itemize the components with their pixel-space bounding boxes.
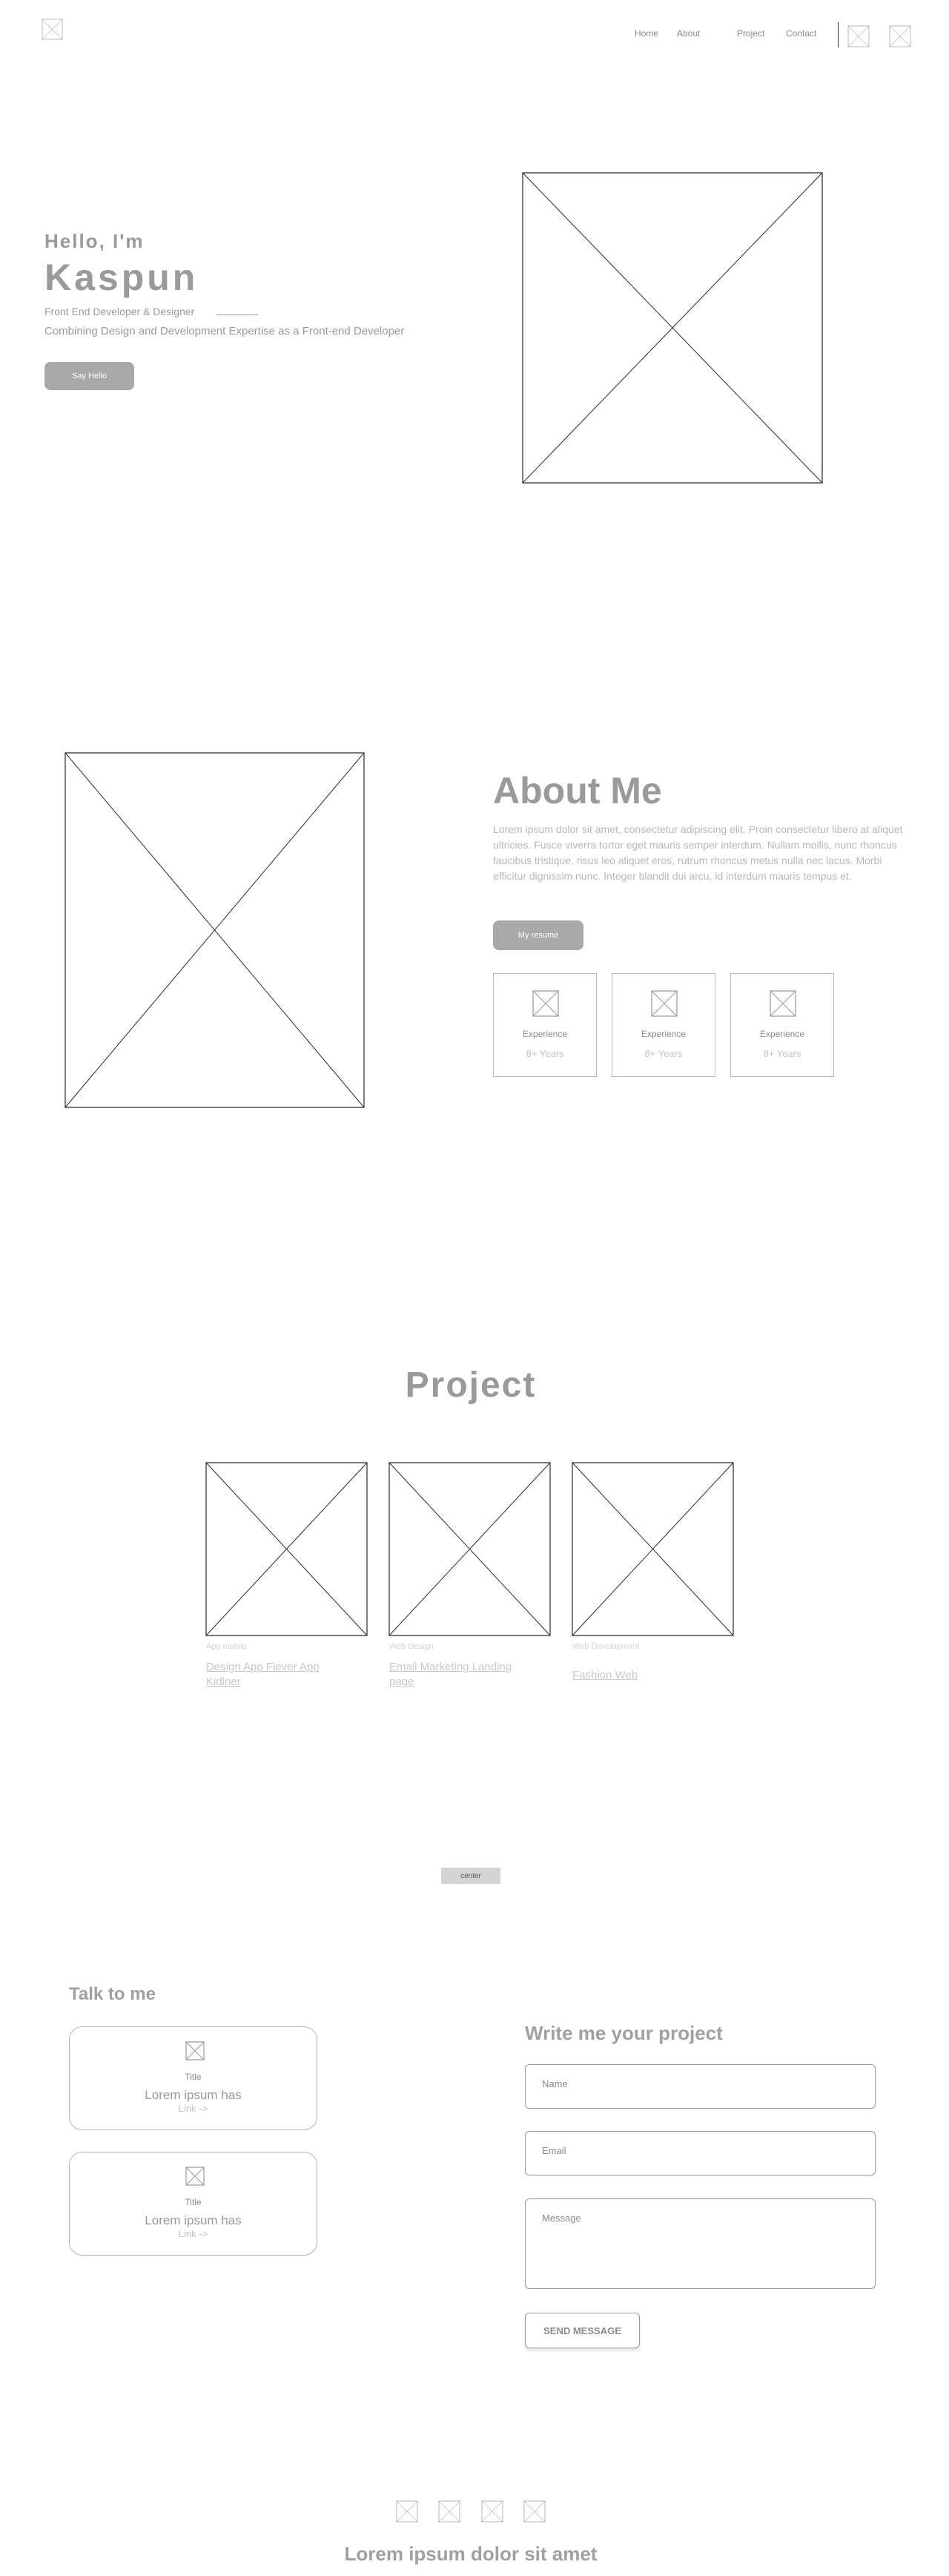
say-hello-button[interactable]: Say Hello — [44, 362, 134, 390]
about-image — [65, 753, 364, 1107]
project-name-link[interactable]: Email Marketing Landing page — [389, 1660, 538, 1690]
social-icon[interactable] — [438, 2500, 460, 2523]
talk-title: Talk to me — [69, 1984, 156, 2004]
nav-contact[interactable]: Contact — [786, 28, 816, 39]
experience-icon — [533, 991, 558, 1016]
nav-divider — [838, 22, 839, 47]
experience-value: 8+ Years — [526, 1048, 564, 1059]
hero-role-underline — [216, 314, 258, 315]
message-field[interactable]: Message — [525, 2198, 876, 2289]
about-text: Lorem ipsum dolor sit amet, consectetur … — [493, 823, 903, 882]
contact-card-title: Title — [185, 2197, 202, 2207]
center-label: center — [441, 1868, 500, 1884]
project-name-link[interactable]: Fashion Web — [572, 1668, 721, 1683]
experience-value: 8+ Years — [763, 1048, 801, 1059]
project-name-link[interactable]: Design App Fiever App Kidlner — [206, 1660, 347, 1690]
contact-card-text: Lorem ipsum has — [145, 2088, 242, 2102]
experience-card: Experience 8+ Years — [730, 973, 834, 1077]
project-image[interactable] — [206, 1463, 367, 1635]
social-icon[interactable] — [889, 25, 911, 47]
logo-placeholder[interactable] — [42, 19, 63, 40]
social-icon[interactable] — [523, 2500, 546, 2523]
project-category: Web Development — [572, 1642, 640, 1651]
about-title: About Me — [493, 770, 662, 811]
social-icon[interactable] — [481, 2500, 503, 2523]
footer-text: Lorem ipsum dolor sit amet — [344, 2543, 598, 2565]
hero-greeting: Hello, I'm — [44, 230, 145, 252]
resume-button[interactable]: My resume — [493, 920, 583, 950]
name-field[interactable]: Name — [525, 2064, 876, 2109]
nav-about[interactable]: About — [677, 28, 700, 39]
experience-card: Experience 8+ Years — [493, 973, 597, 1077]
project-category: Web Design — [389, 1642, 434, 1651]
social-icon[interactable] — [396, 2500, 418, 2523]
contact-card[interactable]: Title Lorem ipsum has Link -> — [69, 2026, 317, 2130]
experience-label: Experience — [641, 1029, 687, 1039]
experience-value: 8+ Years — [644, 1048, 683, 1059]
contact-card-link[interactable]: Link -> — [70, 2103, 317, 2114]
contact-card-link[interactable]: Link -> — [70, 2228, 317, 2239]
nav-project[interactable]: Project — [737, 28, 764, 39]
nav-home[interactable]: Home — [635, 28, 658, 39]
experience-icon — [652, 991, 677, 1016]
send-message-button[interactable]: SEND MESSAGE — [525, 2313, 640, 2348]
project-title: Project — [405, 1366, 537, 1405]
experience-icon — [770, 991, 796, 1016]
form-title: Write me your project — [525, 2022, 723, 2044]
contact-card-icon — [186, 2167, 204, 2185]
hero-tagline: Combining Design and Development Experti… — [44, 325, 405, 337]
contact-card-title: Title — [185, 2072, 202, 2082]
project-image[interactable] — [389, 1463, 550, 1635]
hero-role: Front End Developer & Designer — [44, 306, 195, 317]
social-icon[interactable] — [847, 25, 870, 47]
email-field[interactable]: Email — [525, 2131, 876, 2175]
contact-card[interactable]: Title Lorem ipsum has Link -> — [69, 2152, 317, 2256]
experience-label: Experience — [522, 1029, 568, 1039]
experience-card: Experience 8+ Years — [612, 973, 715, 1077]
project-image[interactable] — [572, 1463, 733, 1635]
hero-image — [523, 173, 822, 483]
contact-card-icon — [186, 2042, 204, 2060]
contact-card-text: Lorem ipsum has — [145, 2213, 242, 2227]
experience-label: Experience — [759, 1029, 805, 1039]
project-category: App mobile — [206, 1642, 248, 1651]
hero-name: Kaspun — [44, 257, 199, 298]
